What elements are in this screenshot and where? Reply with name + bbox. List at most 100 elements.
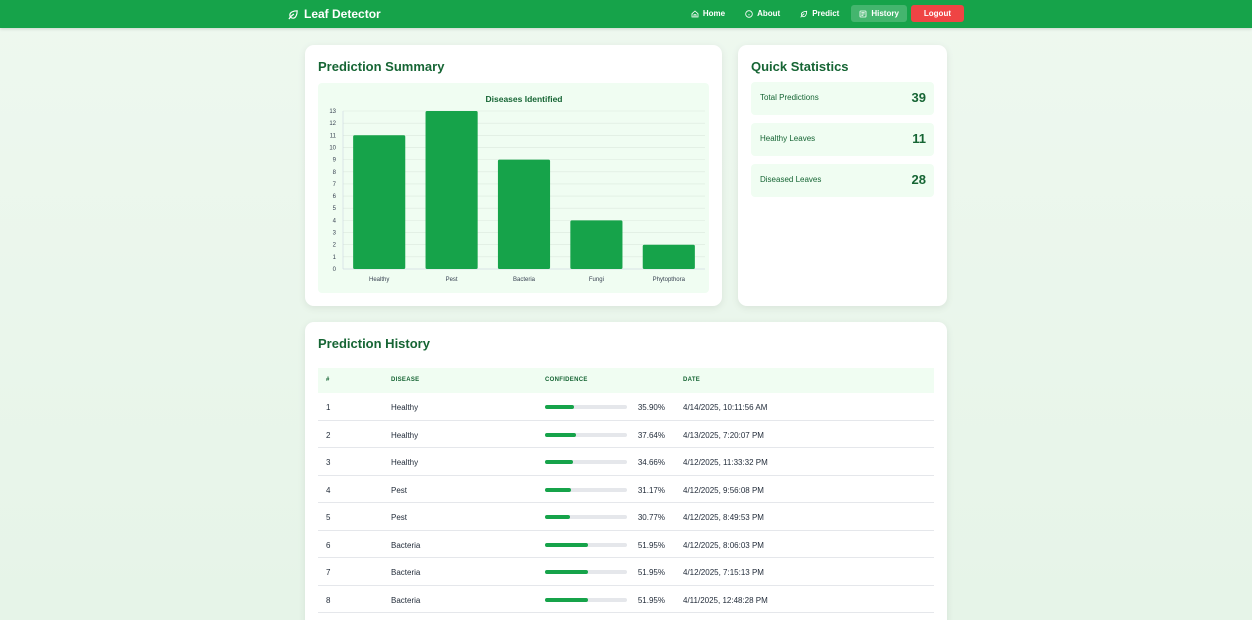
x-tick-label: Phytopthora: [653, 277, 686, 283]
nav-home[interactable]: Home: [683, 5, 733, 22]
y-tick-label: 3: [333, 231, 337, 237]
row-confidence: 51.95%: [637, 568, 665, 577]
row-disease: Healthy: [391, 403, 419, 412]
row-confidence: 35.90%: [637, 403, 665, 412]
row-number: 6: [326, 540, 331, 550]
confidence-bar-fill: [545, 487, 571, 492]
row-date: 4/12/2025, 8:06:03 PM: [683, 540, 764, 550]
confidence-bar: [545, 597, 627, 602]
prediction-history-card: Prediction History # DISEASE CONFIDENCE …: [305, 322, 947, 620]
row-date: 4/12/2025, 11:33:32 PM: [683, 458, 768, 467]
col-disease: DISEASE: [391, 377, 420, 383]
stat-healthy-leaves: Healthy Leaves 11: [751, 123, 934, 156]
brand[interactable]: Leaf Detector: [288, 6, 381, 22]
nav-home-label: Home: [702, 9, 726, 18]
logout-button[interactable]: Logout: [910, 5, 964, 22]
confidence-bar: [545, 432, 627, 437]
table-row: 4 Pest 31.17% 4/12/2025, 9:56:08 PM: [318, 476, 934, 503]
row-confidence: 31.17%: [637, 485, 665, 495]
y-tick-label: 11: [330, 133, 337, 139]
stat-value: 39: [911, 90, 926, 105]
row-disease: Healthy: [391, 458, 419, 467]
confidence-bar-fill: [545, 460, 574, 464]
nav-links: Home About Predict History Logout: [683, 5, 964, 22]
row-number: 7: [326, 568, 331, 577]
stat-label: Total Predictions: [760, 93, 819, 102]
y-tick-label: 8: [333, 170, 337, 176]
table-header: # DISEASE CONFIDENCE DATE: [318, 368, 934, 393]
stats-title: Quick Statistics: [751, 59, 849, 74]
history-icon: [859, 10, 867, 17]
row-confidence: 51.95%: [637, 540, 665, 550]
row-disease: Bacteria: [391, 595, 421, 605]
confidence-bar-fill: [545, 570, 588, 574]
row-number: 2: [326, 430, 331, 440]
confidence-bar: [545, 542, 627, 547]
row-disease: Pest: [391, 513, 408, 522]
y-tick-label: 6: [333, 194, 337, 200]
bar-bacteria: [497, 159, 551, 269]
table-row: 2 Healthy 37.64% 4/13/2025, 7:20:07 PM: [318, 421, 934, 448]
confidence-bar: [545, 460, 627, 464]
stat-label: Healthy Leaves: [760, 134, 816, 143]
chart-title: Diseases Identified: [485, 94, 562, 104]
y-tick-label: 10: [329, 145, 336, 151]
row-number: 4: [326, 485, 331, 495]
row-confidence: 37.64%: [637, 430, 665, 440]
quick-statistics-card: Quick Statistics Total Predictions 39 He…: [738, 45, 947, 306]
confidence-bar: [545, 487, 627, 492]
row-disease: Bacteria: [391, 568, 421, 577]
row-number: 3: [326, 458, 331, 467]
row-confidence: 51.95%: [637, 595, 665, 605]
confidence-bar: [545, 405, 627, 409]
y-tick-label: 1: [333, 255, 337, 261]
bar-fungi: [570, 220, 623, 269]
row-confidence: 34.66%: [637, 458, 665, 467]
y-tick-label: 12: [329, 121, 336, 127]
stat-value: 28: [911, 172, 926, 187]
row-number: 1: [326, 403, 331, 412]
info-icon: [745, 9, 753, 18]
table-row: 7 Bacteria 51.95% 4/12/2025, 7:15:13 PM: [318, 558, 934, 586]
x-tick-label: Healthy: [369, 277, 389, 283]
y-tick-label: 4: [333, 218, 337, 224]
nav-predict[interactable]: Predict: [792, 5, 847, 22]
x-tick-label: Pest: [446, 277, 458, 283]
home-icon: [691, 9, 699, 17]
chart-container: Diseases Identified 0 1 2 3 4 5 6 7 8 9 10 11 12 13 Hea…: [318, 83, 709, 293]
row-date: 4/12/2025, 9:56:08 PM: [683, 485, 764, 495]
stat-label: Diseased Leaves: [760, 175, 822, 184]
x-tick-label: Fungi: [589, 277, 604, 283]
navbar: Leaf Detector Home About Predict History…: [0, 0, 1252, 28]
table-row: 8 Bacteria 51.95% 4/11/2025, 12:48:28 PM: [318, 586, 934, 613]
table-row: 3 Healthy 34.66% 4/12/2025, 11:33:32 PM: [318, 448, 934, 476]
bar-healthy: [353, 135, 406, 269]
nav-about-label: About: [757, 9, 781, 18]
bar-pest: [425, 111, 478, 269]
disease-bar-chart: Diseases Identified012345678910111213Hea…: [329, 94, 705, 283]
brand-name: Leaf Detector: [304, 7, 381, 21]
row-disease: Healthy: [391, 430, 419, 440]
row-number: 5: [326, 513, 331, 522]
stat-total-predictions: Total Predictions 39: [751, 82, 934, 115]
history-table: # DISEASE CONFIDENCE DATE 1 Healthy 35.90%…: [318, 368, 934, 613]
leaf-icon: [800, 10, 808, 18]
y-tick-label: 13: [329, 109, 336, 115]
row-date: 4/14/2025, 10:11:56 AM: [683, 403, 768, 412]
col-confidence: CONFIDENCE: [545, 377, 588, 383]
confidence-bar-fill: [545, 405, 575, 409]
bar-phytopthora: [642, 244, 695, 269]
row-number: 8: [326, 595, 331, 605]
row-date: 4/12/2025, 7:15:13 PM: [683, 568, 764, 577]
row-disease: Pest: [391, 485, 408, 495]
nav-history[interactable]: History: [851, 5, 907, 22]
nav-about[interactable]: About: [737, 5, 788, 22]
history-title: Prediction History: [318, 336, 430, 351]
row-date: 4/11/2025, 12:48:28 PM: [683, 595, 768, 605]
row-confidence: 30.77%: [637, 513, 665, 522]
row-disease: Bacteria: [391, 540, 421, 550]
table-body: 1 Healthy 35.90% 4/14/2025, 10:11:56 AM 2 Hea…: [318, 393, 934, 613]
stat-value: 11: [912, 131, 926, 146]
stat-diseased-leaves: Diseased Leaves 28: [751, 164, 934, 197]
col-number: #: [326, 377, 330, 383]
